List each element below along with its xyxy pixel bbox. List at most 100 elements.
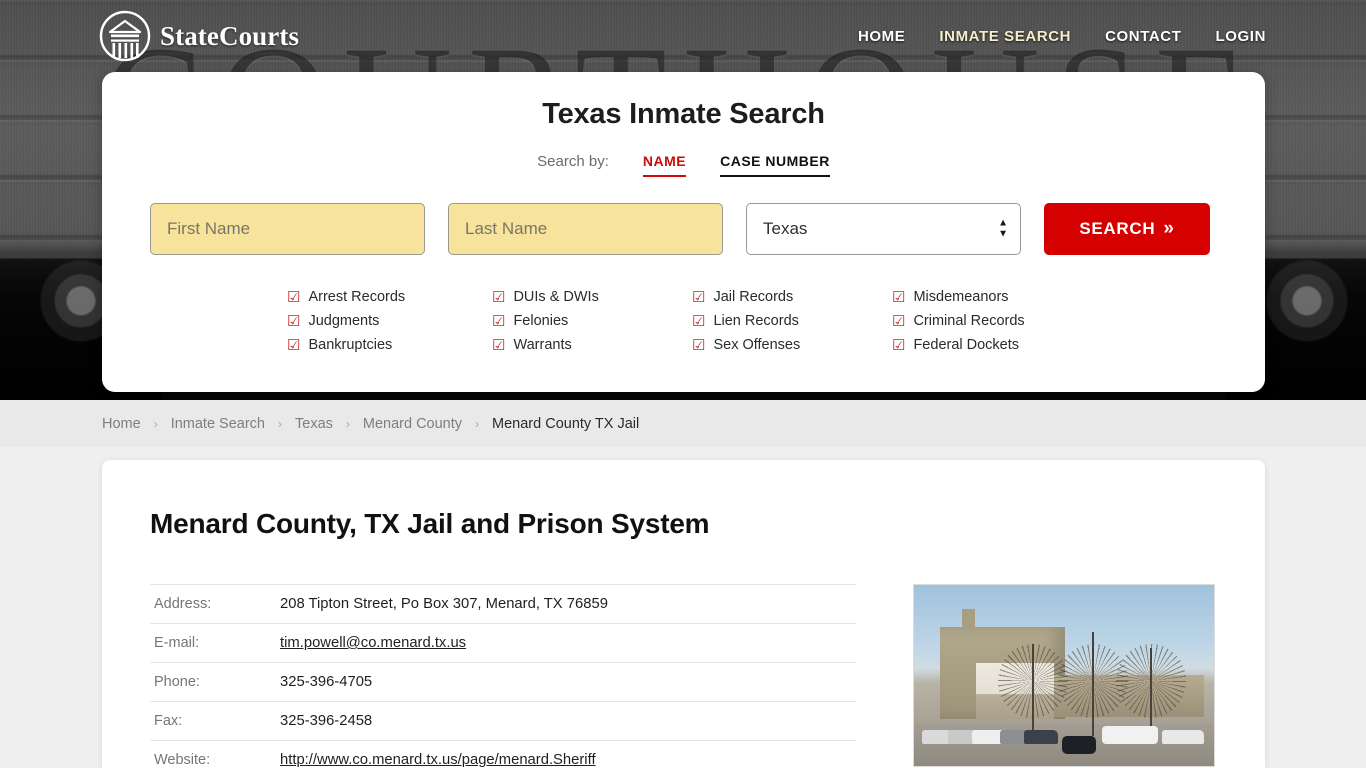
nav-item-login[interactable]: LOGIN xyxy=(1216,28,1267,45)
table-row: Phone: 325-396-4705 xyxy=(150,663,856,702)
brand-name: StateCourts xyxy=(160,20,300,51)
record-type-label: Misdemeanors xyxy=(913,289,1009,305)
state-select[interactable]: Texas ▲ ▼ xyxy=(746,203,1021,255)
search-field-row: Texas ▲▼ SEARCH » xyxy=(102,203,1265,255)
search-by-row: Search by: NAME CASE NUMBER xyxy=(102,153,1265,177)
record-type-label: Sex Offenses xyxy=(713,337,801,353)
record-type-item[interactable]: ☑ Judgments xyxy=(287,309,492,333)
breadcrumb-item-inmate-search[interactable]: Inmate Search xyxy=(171,416,265,432)
record-type-item[interactable]: ☑ Misdemeanors xyxy=(892,285,1092,309)
checked-box-icon: ☑ xyxy=(287,336,301,354)
facility-photo xyxy=(913,584,1215,767)
checked-box-icon: ☑ xyxy=(692,288,706,306)
detail-value-phone: 325-396-4705 xyxy=(280,674,373,690)
brand-logo-link[interactable]: StateCourts xyxy=(99,10,299,62)
checked-box-icon: ☑ xyxy=(892,288,906,306)
record-type-item[interactable]: ☑ Jail Records xyxy=(692,285,892,309)
nav-item-home[interactable]: HOME xyxy=(858,28,905,45)
record-type-item[interactable]: ☑ Bankruptcies xyxy=(287,333,492,357)
record-type-label: Criminal Records xyxy=(913,313,1025,329)
breadcrumb-item-texas[interactable]: Texas xyxy=(295,416,333,432)
checked-box-icon: ☑ xyxy=(892,312,906,330)
photo-parked-truck xyxy=(1102,726,1158,744)
record-type-label: Bankruptcies xyxy=(308,337,393,353)
photo-tree xyxy=(998,644,1068,736)
record-type-item[interactable]: ☑ Federal Dockets xyxy=(892,333,1092,357)
record-type-item[interactable]: ☑ Criminal Records xyxy=(892,309,1092,333)
state-select-value: Texas xyxy=(763,219,808,238)
record-type-label: Lien Records xyxy=(713,313,799,329)
detail-label-phone: Phone: xyxy=(154,674,200,690)
breadcrumb: Home › Inmate Search › Texas › Menard Co… xyxy=(0,400,1366,447)
breadcrumb-separator-icon: › xyxy=(278,416,282,431)
checked-box-icon: ☑ xyxy=(492,312,506,330)
inmate-search-card: Texas Inmate Search Search by: NAME CASE… xyxy=(102,72,1265,392)
photo-tree xyxy=(1058,632,1128,736)
first-name-input[interactable] xyxy=(150,203,425,255)
photo-parked-car xyxy=(1024,730,1058,744)
detail-label-address: Address: xyxy=(154,596,212,612)
checked-box-icon: ☑ xyxy=(892,336,906,354)
chevron-updown-icon: ▲ ▼ xyxy=(998,217,1008,240)
record-type-label: Jail Records xyxy=(713,289,794,305)
record-type-item[interactable]: ☑ Lien Records xyxy=(692,309,892,333)
table-row: E-mail: tim.powell@co.menard.tx.us xyxy=(150,624,856,663)
tab-search-by-case-number[interactable]: CASE NUMBER xyxy=(720,153,830,177)
facility-content-card: Menard County, TX Jail and Prison System… xyxy=(102,460,1265,768)
table-row: Fax: 325-396-2458 xyxy=(150,702,856,741)
website-link[interactable]: http://www.co.menard.tx.us/page/menard.S… xyxy=(280,752,596,768)
breadcrumb-item-menard-county[interactable]: Menard County xyxy=(363,416,462,432)
checked-box-icon: ☑ xyxy=(287,288,301,306)
facility-details-table: Address: 208 Tipton Street, Po Box 307, … xyxy=(150,584,856,768)
detail-value-fax: 325-396-2458 xyxy=(280,713,373,729)
photo-parked-car xyxy=(1162,730,1204,744)
detail-label-website: Website: xyxy=(154,752,211,768)
checked-box-icon: ☑ xyxy=(692,336,706,354)
photo-tree xyxy=(1116,644,1186,736)
tab-search-by-name[interactable]: NAME xyxy=(642,153,687,177)
record-type-label: Felonies xyxy=(513,313,569,329)
table-row: Website: http://www.co.menard.tx.us/page… xyxy=(150,741,856,768)
nav-item-contact[interactable]: CONTACT xyxy=(1105,28,1181,45)
record-type-label: DUIs & DWIs xyxy=(513,289,599,305)
record-type-label: Warrants xyxy=(513,337,572,353)
detail-value-email: tim.powell@co.menard.tx.us xyxy=(280,624,856,663)
breadcrumb-separator-icon: › xyxy=(475,416,480,431)
record-type-item[interactable]: ☑ Felonies xyxy=(492,309,692,333)
double-chevron-right-icon: » xyxy=(1163,218,1175,239)
breadcrumb-item-home[interactable]: Home xyxy=(102,416,141,432)
breadcrumb-item-current: Menard County TX Jail xyxy=(492,415,640,432)
page-title: Menard County, TX Jail and Prison System xyxy=(150,508,710,539)
courthouse-circle-icon xyxy=(99,10,151,62)
site-header: StateCourts HOME INMATE SEARCH CONTACT L… xyxy=(0,0,1366,72)
search-button-label: SEARCH xyxy=(1079,219,1156,238)
checked-box-icon: ☑ xyxy=(692,312,706,330)
record-type-label: Federal Dockets xyxy=(913,337,1020,353)
nav-item-inmate-search[interactable]: INMATE SEARCH xyxy=(939,28,1071,45)
record-type-item[interactable]: ☑ Sex Offenses xyxy=(692,333,892,357)
detail-value-website: http://www.co.menard.tx.us/page/menard.S… xyxy=(280,741,856,768)
last-name-input[interactable] xyxy=(448,203,723,255)
detail-value-address: 208 Tipton Street, Po Box 307, Menard, T… xyxy=(280,596,608,612)
record-types-grid: ☑ Arrest Records ☑ DUIs & DWIs ☑ Jail Re… xyxy=(102,285,1265,357)
hero-section: COURTHOUSE StateCourts HOME INMATE SEARC… xyxy=(0,0,1366,400)
facility-details-wrap: Address: 208 Tipton Street, Po Box 307, … xyxy=(102,584,1265,768)
checked-box-icon: ☑ xyxy=(287,312,301,330)
search-by-label: Search by: xyxy=(537,153,609,170)
record-type-label: Arrest Records xyxy=(308,289,406,305)
record-type-item[interactable]: ☑ Warrants xyxy=(492,333,692,357)
detail-label-email: E-mail: xyxy=(154,635,200,651)
record-type-item[interactable]: ☑ DUIs & DWIs xyxy=(492,285,692,309)
table-row: Address: 208 Tipton Street, Po Box 307, … xyxy=(150,584,856,624)
detail-label-fax: Fax: xyxy=(154,713,183,729)
breadcrumb-separator-icon: › xyxy=(345,416,350,431)
main-navigation: HOME INMATE SEARCH CONTACT LOGIN xyxy=(858,28,1266,45)
record-type-label: Judgments xyxy=(308,313,380,329)
record-type-item[interactable]: ☑ Arrest Records xyxy=(287,285,492,309)
search-button[interactable]: SEARCH » xyxy=(1044,203,1210,255)
checked-box-icon: ☑ xyxy=(492,336,506,354)
email-link[interactable]: tim.powell@co.menard.tx.us xyxy=(280,635,466,651)
breadcrumb-separator-icon: › xyxy=(153,416,158,431)
photo-parked-car xyxy=(1062,736,1096,754)
search-card-title: Texas Inmate Search xyxy=(542,98,825,130)
